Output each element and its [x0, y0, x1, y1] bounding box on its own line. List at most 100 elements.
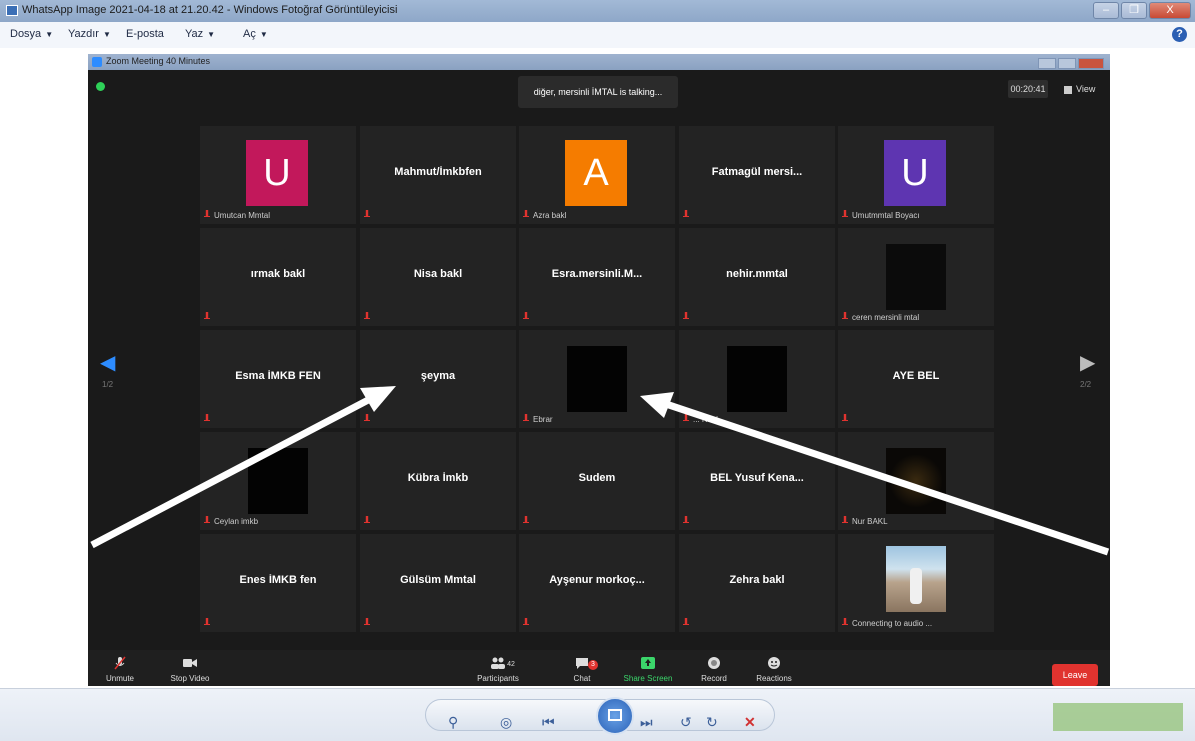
participant-name: AYE BEL — [892, 370, 940, 382]
menu-ac[interactable]: Aç ▼ — [243, 28, 268, 40]
menu-dosya-label: Dosya — [10, 28, 42, 40]
view-button[interactable]: View — [1064, 80, 1095, 98]
reactions-label: Reactions — [756, 674, 792, 683]
video-feed — [886, 448, 946, 514]
reactions-smiley-icon — [768, 657, 780, 669]
muted-mic-icon — [683, 414, 689, 421]
muted-mic-icon — [364, 312, 370, 319]
participant-tile[interactable]: Gülsüm Mmtal — [360, 534, 516, 632]
leave-button[interactable]: Leave — [1052, 664, 1098, 686]
participant-tile[interactable]: U Umutcan Mmtal — [200, 126, 356, 224]
video-camera-icon — [183, 659, 197, 667]
encryption-shield-icon[interactable] — [96, 82, 105, 91]
participant-tile[interactable]: ceren mersinli mtal — [838, 228, 994, 326]
prev-page-arrow-icon[interactable]: ◀ — [100, 350, 115, 375]
help-icon[interactable]: ? — [1172, 27, 1187, 42]
participant-tile[interactable]: U Umutmmtal Boyacı — [838, 126, 994, 224]
participant-label: Umutcan Mmtal — [214, 211, 271, 220]
participant-name: Mahmut/İmkbfen — [394, 166, 482, 178]
muted-mic-icon — [842, 618, 848, 625]
zoom-title: Zoom Meeting 40 Minutes — [106, 56, 211, 66]
participant-tile[interactable]: Mahmut/İmkbfen — [360, 126, 516, 224]
zoom-minimize-button[interactable] — [1038, 58, 1056, 69]
zoom-window: Zoom Meeting 40 Minutes diğer, mersinli … — [88, 54, 1110, 686]
participant-tile[interactable]: Connecting to audio ... — [838, 534, 994, 632]
share-screen-button[interactable]: Share Screen — [618, 656, 678, 683]
delete-icon[interactable]: ✕ — [744, 714, 756, 731]
stop-video-button[interactable]: Stop Video — [160, 656, 220, 683]
reactions-button[interactable]: Reactions — [744, 656, 804, 683]
muted-mic-icon — [204, 516, 210, 523]
previous-image-icon[interactable]: ⏮ — [542, 714, 555, 731]
close-button[interactable]: X — [1149, 2, 1191, 19]
muted-mic-icon — [204, 618, 210, 625]
active-speaker-banner: diğer, mersinli İMTAL is talking... — [518, 76, 678, 108]
slideshow-play-button[interactable] — [596, 697, 634, 735]
participant-tile[interactable]: Ebrar — [519, 330, 675, 428]
muted-mic-icon — [683, 210, 689, 217]
maximize-button[interactable]: ❐ — [1121, 2, 1147, 19]
muted-mic-icon — [364, 516, 370, 523]
participant-tile[interactable]: Nisa bakl — [360, 228, 516, 326]
participant-tile[interactable]: Enes İMKB fen — [200, 534, 356, 632]
page-indicator-right: 2/2 — [1080, 380, 1092, 389]
participant-tile[interactable]: ırmak bakl — [200, 228, 356, 326]
participant-tile[interactable]: Esra.mersinli.M... — [519, 228, 675, 326]
participant-name: Enes İMKB fen — [239, 574, 317, 586]
viewer-titlebar: WhatsApp Image 2021-04-18 at 21.20.42 - … — [0, 0, 1195, 22]
unmute-label: Unmute — [105, 674, 134, 683]
menu-ac-label: Aç — [243, 28, 256, 40]
participant-name: ırmak bakl — [250, 268, 306, 280]
participant-tile[interactable]: Fatmagül mersi... — [679, 126, 835, 224]
participant-tile[interactable]: Kübra İmkb — [360, 432, 516, 530]
rotate-right-icon[interactable]: ↻ — [706, 714, 718, 731]
avatar: U — [884, 140, 946, 206]
taskbar-thumbnail — [1053, 703, 1183, 731]
participant-name: Fatmagül mersi... — [711, 166, 803, 178]
rotate-left-icon[interactable]: ↺ — [680, 714, 692, 731]
actual-size-icon[interactable]: ◎ — [500, 714, 512, 731]
participant-name: Sudem — [578, 472, 616, 484]
participant-tile[interactable]: Nur BAKL — [838, 432, 994, 530]
participant-tile[interactable]: Ayşenur morkoç... — [519, 534, 675, 632]
next-image-icon[interactable]: ⏭ — [640, 714, 653, 731]
zoom-body: diğer, mersinli İMTAL is talking... 00:2… — [88, 70, 1110, 686]
meeting-timer: 00:20:41 — [1008, 80, 1048, 98]
participant-tile[interactable]: ... Kübl — [679, 330, 835, 428]
stop-video-label: Stop Video — [170, 674, 210, 683]
menu-yazdir-label: Yazdır — [68, 28, 99, 40]
next-page-arrow-icon[interactable]: ▶ — [1080, 350, 1095, 375]
zoom-maximize-button[interactable] — [1058, 58, 1076, 69]
zoom-magnifier-icon[interactable]: ⚲ — [448, 714, 458, 731]
chat-button[interactable]: 3 Chat — [552, 656, 612, 683]
menu-yazdir[interactable]: Yazdır ▼ — [68, 28, 111, 40]
menu-eposta[interactable]: E-posta — [126, 28, 164, 40]
participant-tile[interactable]: Sudem — [519, 432, 675, 530]
menu-yaz[interactable]: Yaz ▼ — [185, 28, 215, 40]
minimize-button[interactable]: – — [1093, 2, 1119, 19]
chevron-down-icon: ▼ — [102, 30, 111, 39]
participant-tile[interactable]: şeyma — [360, 330, 516, 428]
participant-tile[interactable]: Esma İMKB FEN — [200, 330, 356, 428]
unmute-button[interactable]: Unmute — [90, 656, 150, 683]
video-feed — [886, 546, 946, 612]
participant-tile[interactable]: BEL Yusuf Kena... — [679, 432, 835, 530]
photo-viewer-icon — [6, 5, 18, 16]
participant-tile[interactable]: Zehra bakl — [679, 534, 835, 632]
participant-name: Kübra İmkb — [407, 472, 469, 484]
menu-dosya[interactable]: Dosya ▼ — [10, 28, 53, 40]
zoom-logo-icon — [92, 57, 102, 67]
zoom-close-button[interactable] — [1078, 58, 1104, 69]
video-feed — [248, 448, 308, 514]
participants-icon — [491, 657, 505, 669]
record-button[interactable]: Record — [684, 656, 744, 683]
participant-tile[interactable]: AYE BEL — [838, 330, 994, 428]
chevron-down-icon: ▼ — [207, 30, 216, 39]
muted-mic-icon — [842, 414, 848, 421]
participant-name: şeyma — [420, 370, 456, 382]
participants-button[interactable]: 42 Participants — [468, 656, 528, 683]
participant-tile[interactable]: nehir.mmtal — [679, 228, 835, 326]
participant-tile[interactable]: A Azra bakl — [519, 126, 675, 224]
participant-tile[interactable]: Ceylan imkb — [200, 432, 356, 530]
grid-icon — [1064, 85, 1072, 94]
